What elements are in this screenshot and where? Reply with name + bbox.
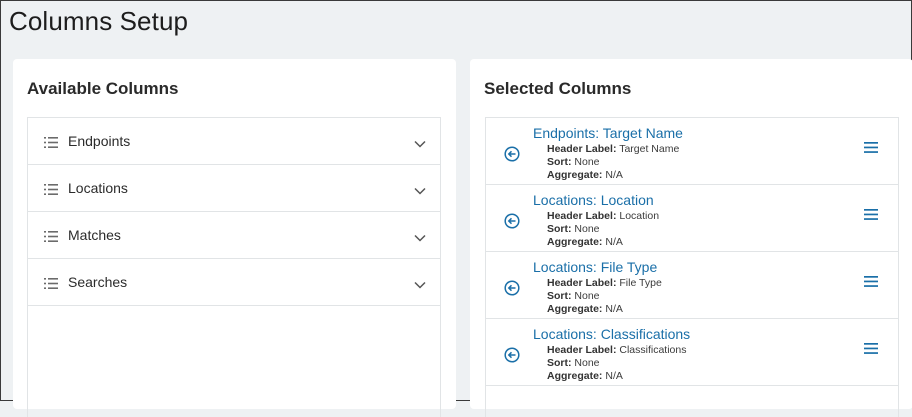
page-title: Columns Setup bbox=[9, 6, 189, 36]
accordion-item-locations[interactable]: Locations bbox=[28, 165, 440, 212]
header-label-key: Header Label: bbox=[547, 277, 617, 289]
list-icon bbox=[44, 182, 58, 200]
available-columns-title: Available Columns bbox=[27, 79, 179, 98]
accordion-item-label: Endpoints bbox=[68, 133, 131, 149]
header-label-key: Header Label: bbox=[547, 143, 617, 155]
aggregate-key: Aggregate: bbox=[547, 169, 603, 181]
header-label-value: Target Name bbox=[619, 143, 680, 155]
remove-column-icon[interactable] bbox=[504, 146, 520, 167]
sort-key: Sort: bbox=[547, 223, 572, 235]
aggregate-value: N/A bbox=[605, 169, 623, 181]
aggregate-key: Aggregate: bbox=[547, 303, 603, 315]
sort-key: Sort: bbox=[547, 357, 572, 369]
remove-column-icon[interactable] bbox=[504, 280, 520, 301]
drag-handle-icon[interactable] bbox=[864, 140, 878, 158]
chevron-down-icon[interactable] bbox=[414, 229, 426, 247]
available-columns-accordion: Endpoints Locations Matches Searches bbox=[27, 117, 441, 417]
aggregate-row: Aggregate: N/A bbox=[547, 370, 623, 382]
selected-columns-list: Endpoints: Target Name Header Label: Tar… bbox=[485, 117, 899, 417]
header-label-key: Header Label: bbox=[547, 210, 617, 222]
selected-column-title: Locations: Location bbox=[533, 192, 654, 208]
header-label-key: Header Label: bbox=[547, 344, 617, 356]
drag-handle-icon[interactable] bbox=[864, 207, 878, 225]
selected-column-title: Locations: File Type bbox=[533, 259, 658, 275]
remove-column-icon[interactable] bbox=[504, 213, 520, 234]
selected-column-title: Endpoints: Target Name bbox=[533, 125, 683, 141]
accordion-item-matches[interactable]: Matches bbox=[28, 212, 440, 259]
aggregate-value: N/A bbox=[605, 236, 623, 248]
header-label-row: Header Label: Target Name bbox=[547, 143, 679, 155]
sort-row: Sort: None bbox=[547, 290, 600, 302]
accordion-item-label: Searches bbox=[68, 274, 128, 290]
sort-value: None bbox=[574, 290, 600, 302]
aggregate-row: Aggregate: N/A bbox=[547, 236, 623, 248]
sort-row: Sort: None bbox=[547, 156, 600, 168]
selected-column-item: Locations: File Type Header Label: File … bbox=[486, 252, 898, 319]
selected-columns-title: Selected Columns bbox=[484, 79, 632, 98]
header-label-value: Location bbox=[619, 210, 660, 222]
sort-row: Sort: None bbox=[547, 357, 600, 369]
sort-key: Sort: bbox=[547, 290, 572, 302]
accordion-item-endpoints[interactable]: Endpoints bbox=[28, 118, 440, 165]
aggregate-value: N/A bbox=[605, 303, 623, 315]
list-icon bbox=[44, 135, 58, 153]
drag-handle-icon[interactable] bbox=[864, 341, 878, 359]
aggregate-row: Aggregate: N/A bbox=[547, 303, 623, 315]
available-columns-panel: Available Columns Endpoints Locations Ma… bbox=[13, 59, 456, 417]
header-label-row: Header Label: Location bbox=[547, 210, 659, 222]
selected-column-item: Locations: Classifications Header Label:… bbox=[486, 319, 898, 386]
header-label-row: Header Label: Classifications bbox=[547, 344, 686, 356]
selected-column-item: Endpoints: Target Name Header Label: Tar… bbox=[486, 118, 898, 185]
list-icon bbox=[44, 229, 58, 247]
selected-column-item: Locations: Location Header Label: Locati… bbox=[486, 185, 898, 252]
list-icon bbox=[44, 276, 58, 294]
sort-value: None bbox=[574, 156, 600, 168]
aggregate-key: Aggregate: bbox=[547, 370, 603, 382]
selected-columns-panel: Selected Columns Endpoints: Target Name … bbox=[470, 59, 912, 417]
remove-column-icon[interactable] bbox=[504, 347, 520, 368]
sort-value: None bbox=[574, 223, 600, 235]
accordion-item-searches[interactable]: Searches bbox=[28, 259, 440, 306]
header-label-value: Classifications bbox=[619, 344, 687, 356]
accordion-item-label: Locations bbox=[68, 180, 128, 196]
sort-value: None bbox=[574, 357, 600, 369]
aggregate-row: Aggregate: N/A bbox=[547, 169, 623, 181]
chevron-down-icon[interactable] bbox=[414, 135, 426, 153]
aggregate-value: N/A bbox=[605, 370, 623, 382]
drag-handle-icon[interactable] bbox=[864, 274, 878, 292]
sort-row: Sort: None bbox=[547, 223, 600, 235]
header-label-value: File Type bbox=[619, 277, 662, 289]
aggregate-key: Aggregate: bbox=[547, 236, 603, 248]
header-label-row: Header Label: File Type bbox=[547, 277, 662, 289]
selected-column-title: Locations: Classifications bbox=[533, 326, 691, 342]
chevron-down-icon[interactable] bbox=[414, 276, 426, 294]
chevron-down-icon[interactable] bbox=[414, 182, 426, 200]
sort-key: Sort: bbox=[547, 156, 572, 168]
accordion-item-label: Matches bbox=[68, 227, 121, 243]
